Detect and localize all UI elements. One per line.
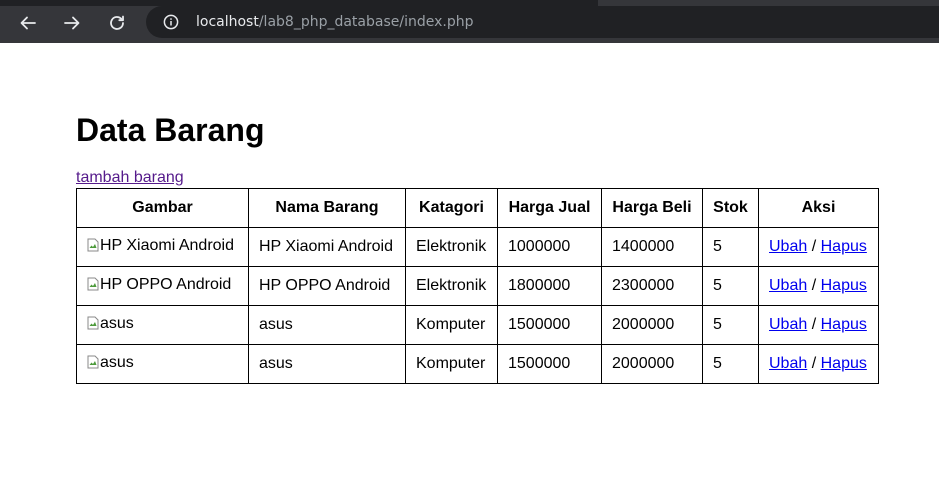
cell-kategori: Komputer bbox=[405, 344, 498, 384]
cell-gambar: HP OPPO Android bbox=[76, 266, 249, 306]
add-item-link[interactable]: tambah barang bbox=[76, 168, 184, 188]
header-stok: Stok bbox=[702, 188, 759, 228]
info-icon[interactable] bbox=[163, 14, 179, 30]
broken-image-icon bbox=[87, 277, 99, 290]
table-row: asus asus Komputer 1500000 2000000 5 Uba… bbox=[76, 344, 879, 384]
address-bar[interactable]: localhost/lab8_php_database/index.php bbox=[146, 6, 939, 38]
page-title: Data Barang bbox=[76, 112, 265, 148]
cell-gambar: asus bbox=[76, 344, 249, 384]
cell-harga-beli: 2000000 bbox=[601, 344, 703, 384]
delete-link[interactable]: Hapus bbox=[821, 316, 867, 333]
back-button[interactable] bbox=[14, 9, 42, 37]
cell-stok: 5 bbox=[702, 266, 759, 306]
cell-aksi: Ubah / Hapus bbox=[758, 266, 879, 306]
table-row: asus asus Komputer 1500000 2000000 5 Uba… bbox=[76, 305, 879, 345]
action-separator: / bbox=[811, 238, 817, 255]
delete-link[interactable]: Hapus bbox=[821, 355, 867, 372]
arrow-left-icon bbox=[20, 16, 36, 30]
edit-link[interactable]: Ubah bbox=[769, 316, 807, 333]
table-header-row: Gambar Nama Barang Katagori Harga Jual H… bbox=[76, 188, 879, 228]
delete-link[interactable]: Hapus bbox=[821, 277, 867, 294]
cell-aksi: Ubah / Hapus bbox=[758, 344, 879, 384]
item-image-alt: asus bbox=[100, 353, 134, 371]
edit-link[interactable]: Ubah bbox=[769, 355, 807, 372]
cell-harga-beli: 2000000 bbox=[601, 305, 703, 345]
cell-kategori: Elektronik bbox=[405, 227, 498, 267]
table-row: HP Xiaomi Android HP Xiaomi Android Elek… bbox=[76, 227, 879, 267]
cell-harga-jual: 1500000 bbox=[497, 344, 602, 384]
table-row: HP OPPO Android HP OPPO Android Elektron… bbox=[76, 266, 879, 306]
header-gambar: Gambar bbox=[76, 188, 249, 228]
cell-kategori: Elektronik bbox=[405, 266, 498, 306]
broken-image-icon bbox=[87, 355, 99, 368]
browser-toolbar: localhost/lab8_php_database/index.php bbox=[0, 0, 939, 43]
cell-harga-jual: 1000000 bbox=[497, 227, 602, 267]
item-image: HP OPPO Android bbox=[87, 276, 231, 294]
url-host: localhost bbox=[196, 14, 259, 30]
cell-nama: HP Xiaomi Android bbox=[248, 227, 406, 267]
cell-gambar: HP Xiaomi Android bbox=[76, 227, 249, 267]
edit-link[interactable]: Ubah bbox=[769, 277, 807, 294]
cell-nama: asus bbox=[248, 305, 406, 345]
cell-harga-beli: 1400000 bbox=[601, 227, 703, 267]
page-content: Data Barang tambah barang Gambar Nama Ba… bbox=[0, 43, 939, 481]
forward-button[interactable] bbox=[58, 9, 86, 37]
reload-icon bbox=[110, 15, 124, 30]
cell-kategori: Komputer bbox=[405, 305, 498, 345]
item-image: HP Xiaomi Android bbox=[87, 237, 234, 255]
cell-aksi: Ubah / Hapus bbox=[758, 227, 879, 267]
cell-stok: 5 bbox=[702, 305, 759, 345]
action-separator: / bbox=[811, 277, 817, 294]
arrow-right-icon bbox=[64, 16, 80, 30]
cell-harga-jual: 1800000 bbox=[497, 266, 602, 306]
header-kategori: Katagori bbox=[405, 188, 498, 228]
action-separator: / bbox=[811, 316, 817, 333]
cell-stok: 5 bbox=[702, 344, 759, 384]
cell-aksi: Ubah / Hapus bbox=[758, 305, 879, 345]
header-aksi: Aksi bbox=[758, 188, 879, 228]
item-image: asus bbox=[87, 315, 134, 333]
item-image: asus bbox=[87, 354, 134, 372]
item-image-alt: HP OPPO Android bbox=[100, 275, 232, 293]
header-nama: Nama Barang bbox=[248, 188, 406, 228]
cell-gambar: asus bbox=[76, 305, 249, 345]
reload-button[interactable] bbox=[103, 9, 131, 37]
broken-image-icon bbox=[87, 316, 99, 329]
edit-link[interactable]: Ubah bbox=[769, 238, 807, 255]
cell-nama: asus bbox=[248, 344, 406, 384]
header-harga-jual: Harga Jual bbox=[497, 188, 602, 228]
items-table: Gambar Nama Barang Katagori Harga Jual H… bbox=[76, 188, 879, 384]
cell-harga-jual: 1500000 bbox=[497, 305, 602, 345]
header-harga-beli: Harga Beli bbox=[601, 188, 703, 228]
item-image-alt: HP Xiaomi Android bbox=[100, 236, 234, 254]
broken-image-icon bbox=[87, 238, 99, 251]
url-path: /lab8_php_database/index.php bbox=[258, 14, 474, 30]
cell-harga-beli: 2300000 bbox=[601, 266, 703, 306]
cell-nama: HP OPPO Android bbox=[248, 266, 406, 306]
action-separator: / bbox=[811, 355, 817, 372]
cell-stok: 5 bbox=[702, 227, 759, 267]
delete-link[interactable]: Hapus bbox=[821, 238, 867, 255]
item-image-alt: asus bbox=[100, 314, 134, 332]
url-text[interactable]: localhost/lab8_php_database/index.php bbox=[196, 6, 474, 38]
